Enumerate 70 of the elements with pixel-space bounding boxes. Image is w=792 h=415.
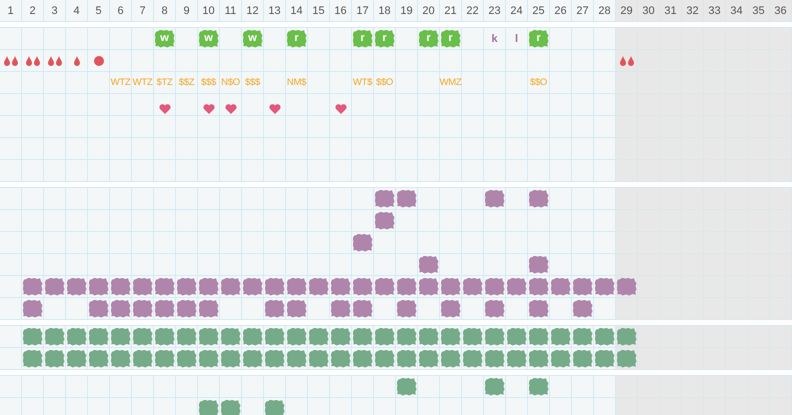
column-header: 18 — [374, 0, 396, 22]
column-header: 34 — [726, 0, 748, 22]
column-header: 27 — [572, 0, 594, 22]
letter-badge: r — [440, 30, 460, 48]
letter-badge: r — [528, 30, 548, 48]
column-header: 21 — [440, 0, 462, 22]
code-label: WT$ — [352, 77, 372, 88]
heart-icon — [224, 104, 236, 114]
heart-icon — [334, 104, 346, 114]
column-header: 17 — [352, 0, 374, 22]
drops-icon — [24, 56, 40, 66]
column-header: 8 — [154, 0, 176, 22]
code-label: WMZ — [440, 77, 462, 88]
code-label: NM$ — [286, 77, 306, 88]
column-header: 25 — [528, 0, 550, 22]
code-label: $$O — [530, 77, 548, 88]
code-label: $TZ — [156, 77, 172, 88]
column-header: 1 — [0, 0, 22, 22]
column-header: 16 — [330, 0, 352, 22]
column-header: 4 — [66, 0, 88, 22]
letter-label: l — [514, 32, 518, 44]
drop-icon — [72, 56, 80, 66]
column-header: 10 — [198, 0, 220, 22]
column-header: 22 — [462, 0, 484, 22]
column-header: 9 — [176, 0, 198, 22]
code-label: N$O — [221, 77, 240, 88]
letter-badge: r — [374, 30, 394, 48]
column-header: 15 — [308, 0, 330, 22]
heart-icon — [268, 104, 280, 114]
code-label: $$$ — [201, 77, 216, 88]
column-header: 7 — [132, 0, 154, 22]
column-header: 20 — [418, 0, 440, 22]
heart-icon — [202, 104, 214, 114]
column-header: 11 — [220, 0, 242, 22]
letter-badge: r — [418, 30, 438, 48]
letter-badge: r — [286, 30, 306, 48]
letter-badge: r — [352, 30, 372, 48]
column-header: 3 — [44, 0, 66, 22]
drops-icon — [46, 56, 62, 66]
code-label: WTZ — [110, 77, 130, 88]
column-header: 5 — [88, 0, 110, 22]
code-label: $$O — [376, 77, 394, 88]
heart-icon — [158, 104, 170, 114]
column-header: 14 — [286, 0, 308, 22]
column-header: 29 — [616, 0, 638, 22]
column-header: 30 — [638, 0, 660, 22]
column-header: 36 — [770, 0, 792, 22]
column-header: 2 — [22, 0, 44, 22]
drops-icon — [2, 56, 18, 66]
code-label: $$$ — [245, 77, 260, 88]
letter-badge: w — [198, 30, 218, 48]
column-header: 24 — [506, 0, 528, 22]
letter-badge: w — [242, 30, 262, 48]
column-header: 33 — [704, 0, 726, 22]
column-header: 23 — [484, 0, 506, 22]
dot-icon — [94, 56, 104, 66]
column-header: 6 — [110, 0, 132, 22]
drops-icon — [618, 56, 634, 66]
column-header: 35 — [748, 0, 770, 22]
code-label: WTZ — [132, 77, 152, 88]
column-header: 12 — [242, 0, 264, 22]
column-header: 26 — [550, 0, 572, 22]
column-header: 19 — [396, 0, 418, 22]
column-header: 31 — [660, 0, 682, 22]
code-label: $$Z — [178, 77, 194, 88]
column-header: 28 — [594, 0, 616, 22]
letter-label: k — [491, 32, 498, 44]
letter-badge: w — [154, 30, 174, 48]
column-header: 13 — [264, 0, 286, 22]
column-header: 32 — [682, 0, 704, 22]
